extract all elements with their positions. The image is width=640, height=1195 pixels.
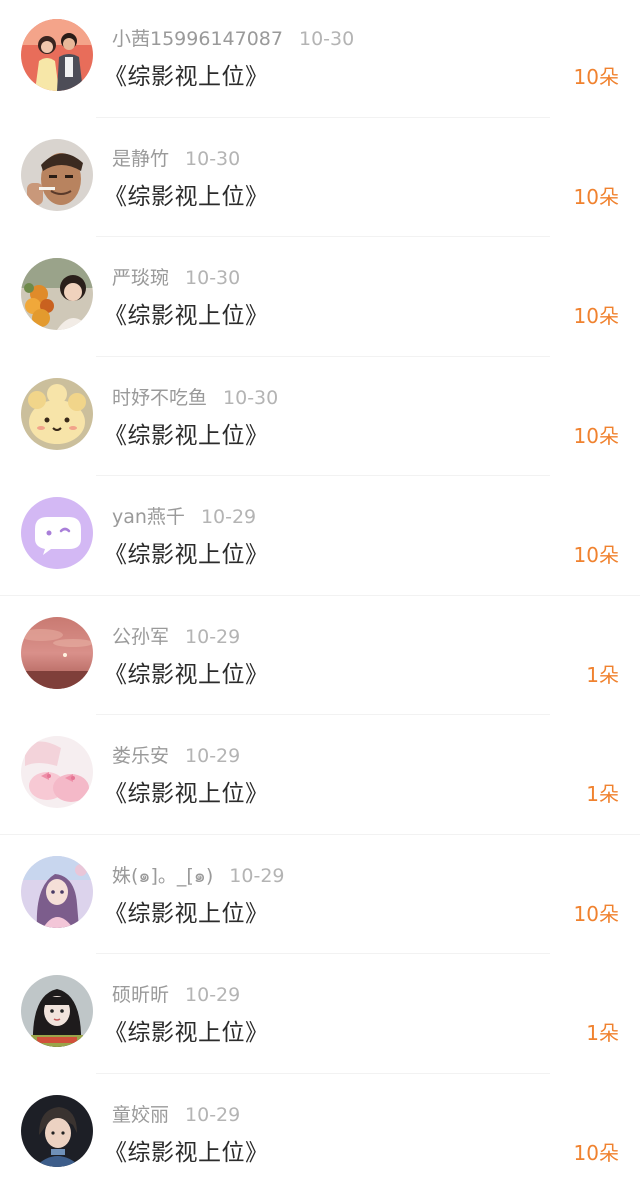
avatar[interactable] — [21, 258, 93, 330]
avatar[interactable] — [21, 497, 93, 569]
avatar[interactable] — [21, 139, 93, 211]
gift-date: 10-29 — [185, 1104, 240, 1126]
avatar-anime-girl-icon — [21, 856, 93, 928]
divider — [96, 475, 550, 476]
username[interactable]: 公孙军 — [112, 626, 169, 648]
gift-date: 10-30 — [223, 387, 278, 409]
gift-date: 10-29 — [185, 984, 240, 1006]
avatar-couple-photo-icon — [21, 19, 93, 91]
gift-list: 小茜15996147087 10-30 《综影视上位》 10朵 是静竹 10-30 … — [0, 0, 640, 1174]
list-item[interactable]: 严琰琬 10-30 《综影视上位》 10朵 — [0, 239, 640, 359]
username[interactable]: 童姣丽 — [112, 1104, 169, 1126]
gift-date: 10-29 — [185, 626, 240, 648]
avatar[interactable] — [21, 975, 93, 1047]
gift-amount: 10朵 — [574, 1137, 619, 1166]
divider — [96, 236, 550, 237]
avatar[interactable] — [21, 378, 93, 450]
gift-meta: 娄乐安 10-29 — [112, 741, 240, 768]
book-title[interactable]: 《综影视上位》 — [104, 1133, 269, 1167]
list-item[interactable]: 姝(๑]。_[๑) 10-29 《综影视上位》 10朵 — [0, 837, 640, 957]
username[interactable]: 娄乐安 — [112, 745, 169, 767]
username[interactable]: 小茜15996147087 — [112, 28, 283, 50]
list-item[interactable]: 时妤不吃鱼 10-30 《综影视上位》 10朵 — [0, 359, 640, 479]
gift-amount: 1朵 — [586, 1017, 619, 1046]
username[interactable]: 严琰琬 — [112, 267, 169, 289]
book-title[interactable]: 《综影视上位》 — [104, 774, 269, 808]
gift-amount: 10朵 — [574, 61, 619, 90]
username[interactable]: 时妤不吃鱼 — [112, 387, 207, 409]
gift-amount: 1朵 — [586, 659, 619, 688]
divider — [0, 834, 640, 835]
gift-amount: 10朵 — [574, 300, 619, 329]
divider — [96, 953, 550, 954]
avatar[interactable] — [21, 1095, 93, 1167]
gift-date: 10-30 — [185, 148, 240, 170]
gift-meta: 是静竹 10-30 — [112, 144, 240, 171]
list-item[interactable]: 娄乐安 10-29 《综影视上位》 1朵 — [0, 717, 640, 837]
gift-meta: 小茜15996147087 10-30 — [112, 24, 354, 51]
list-item[interactable]: 硕昕昕 10-29 《综影视上位》 1朵 — [0, 956, 640, 1076]
list-item[interactable]: 小茜15996147087 10-30 《综影视上位》 10朵 — [0, 0, 640, 120]
book-title[interactable]: 《综影视上位》 — [104, 296, 269, 330]
gift-date: 10-29 — [185, 745, 240, 767]
username[interactable]: 姝(๑]。_[๑) — [112, 865, 213, 887]
divider — [96, 1073, 550, 1074]
avatar-cartoon-bear-icon — [21, 378, 93, 450]
gift-meta: 公孙军 10-29 — [112, 622, 240, 649]
gift-meta: 姝(๑]。_[๑) 10-29 — [112, 861, 285, 891]
avatar[interactable] — [21, 856, 93, 928]
gift-meta: 时妤不吃鱼 10-30 — [112, 383, 278, 410]
divider — [0, 595, 640, 596]
avatar-default-chat-icon — [21, 497, 93, 569]
gift-amount: 10朵 — [574, 539, 619, 568]
gift-date: 10-29 — [201, 506, 256, 528]
list-item[interactable]: yan燕千 10-29 《综影视上位》 10朵 — [0, 478, 640, 598]
username[interactable]: yan燕千 — [112, 506, 185, 528]
book-title[interactable]: 《综影视上位》 — [104, 416, 269, 450]
divider — [96, 356, 550, 357]
gift-date: 10-30 — [185, 267, 240, 289]
avatar-boy-portrait-icon — [21, 1095, 93, 1167]
book-title[interactable]: 《综影视上位》 — [104, 177, 269, 211]
list-item[interactable]: 童姣丽 10-29 《综影视上位》 10朵 — [0, 1076, 640, 1195]
book-title[interactable]: 《综影视上位》 — [104, 57, 269, 91]
username[interactable]: 硕昕昕 — [112, 984, 169, 1006]
gift-amount: 10朵 — [574, 181, 619, 210]
list-item[interactable]: 是静竹 10-30 《综影视上位》 10朵 — [0, 120, 640, 240]
avatar-girl-with-flowers-icon — [21, 258, 93, 330]
avatar-pink-slippers-icon — [21, 736, 93, 808]
avatar[interactable] — [21, 19, 93, 91]
avatar[interactable] — [21, 617, 93, 689]
avatar-sunset-sky-icon — [21, 617, 93, 689]
book-title[interactable]: 《综影视上位》 — [104, 655, 269, 689]
divider — [96, 714, 550, 715]
gift-date: 10-30 — [299, 28, 354, 50]
avatar-man-portrait-icon — [21, 139, 93, 211]
gift-amount: 1朵 — [586, 778, 619, 807]
gift-amount: 10朵 — [574, 420, 619, 449]
username[interactable]: 是静竹 — [112, 148, 169, 170]
gift-meta: 硕昕昕 10-29 — [112, 980, 240, 1007]
gift-amount: 10朵 — [574, 898, 619, 927]
gift-meta: 童姣丽 10-29 — [112, 1100, 240, 1127]
list-item[interactable]: 公孙军 10-29 《综影视上位》 1朵 — [0, 598, 640, 718]
divider — [96, 117, 550, 118]
book-title[interactable]: 《综影视上位》 — [104, 1013, 269, 1047]
book-title[interactable]: 《综影视上位》 — [104, 535, 269, 569]
book-title[interactable]: 《综影视上位》 — [104, 894, 269, 928]
gift-meta: 严琰琬 10-30 — [112, 263, 240, 290]
gift-meta: yan燕千 10-29 — [112, 502, 256, 529]
avatar-girl-portrait-icon — [21, 975, 93, 1047]
avatar[interactable] — [21, 736, 93, 808]
gift-date: 10-29 — [229, 865, 284, 887]
